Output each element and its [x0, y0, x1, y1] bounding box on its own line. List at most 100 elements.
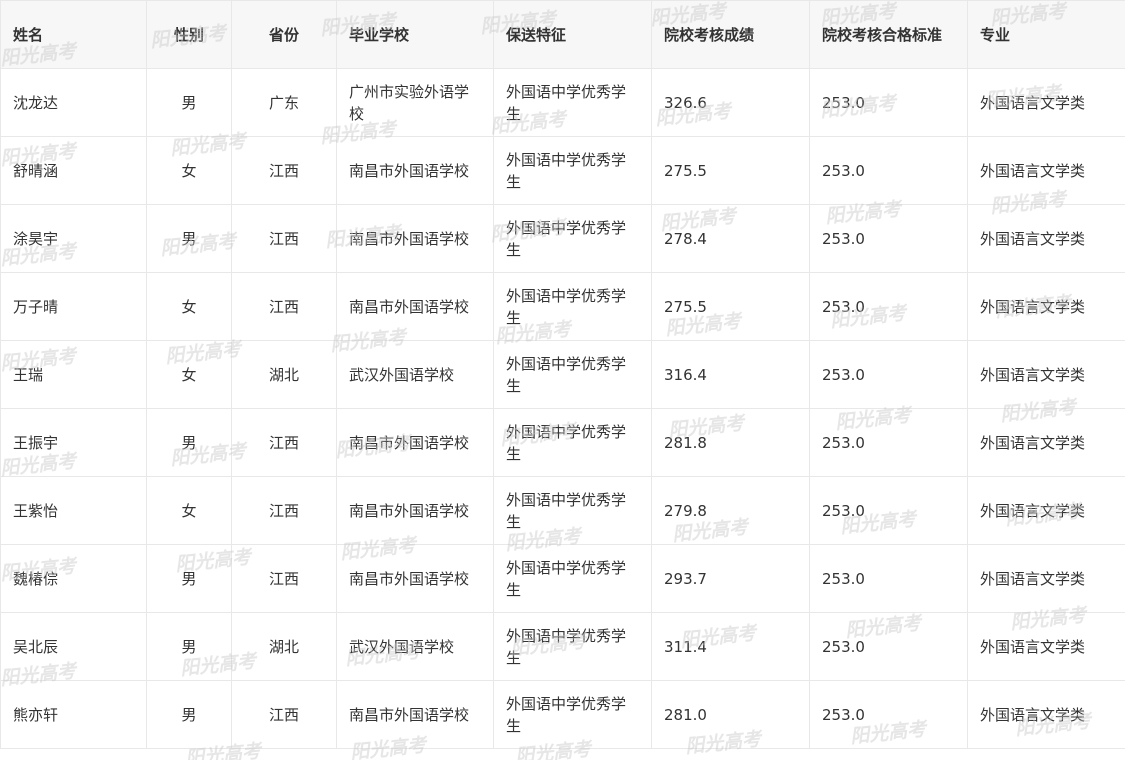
cell-feature: 外国语中学优秀学生	[493, 612, 652, 681]
cell-school: 南昌市外国语学校	[336, 544, 494, 613]
cell-province: 江西	[231, 272, 337, 341]
cell-province: 江西	[231, 136, 337, 205]
cell-standard: 253.0	[809, 340, 968, 409]
cell-standard: 253.0	[809, 136, 968, 205]
cell-school: 南昌市外国语学校	[336, 680, 494, 749]
cell-major: 外国语言文学类	[967, 544, 1125, 613]
cell-school: 南昌市外国语学校	[336, 272, 494, 341]
cell-feature: 外国语中学优秀学生	[493, 136, 652, 205]
cell-score: 275.5	[651, 136, 810, 205]
table-row: 涂昊宇男江西 南昌市外国语学校 外国语中学优秀学生 278.4 253.0 外国语言文学类	[0, 204, 1125, 273]
cell-gender: 女	[146, 272, 232, 341]
cell-province: 江西	[231, 680, 337, 749]
cell-name: 王振宇	[0, 408, 147, 477]
header-feature: 保送特征	[493, 0, 652, 69]
cell-school: 武汉外国语学校	[336, 612, 494, 681]
cell-province: 江西	[231, 544, 337, 613]
header-gender: 性别	[146, 0, 232, 69]
header-standard: 院校考核合格标准	[809, 0, 968, 69]
cell-name: 沈龙达	[0, 68, 147, 137]
cell-score: 275.5	[651, 272, 810, 341]
table-row: 万子晴女江西 南昌市外国语学校 外国语中学优秀学生 275.5 253.0 外国语言文学类	[0, 272, 1125, 341]
cell-standard: 253.0	[809, 612, 968, 681]
cell-score: 281.8	[651, 408, 810, 477]
cell-province: 湖北	[231, 340, 337, 409]
cell-province: 江西	[231, 204, 337, 273]
cell-gender: 男	[146, 408, 232, 477]
cell-standard: 253.0	[809, 476, 968, 545]
cell-score: 293.7	[651, 544, 810, 613]
cell-feature: 外国语中学优秀学生	[493, 476, 652, 545]
cell-name: 王瑞	[0, 340, 147, 409]
cell-gender: 男	[146, 204, 232, 273]
cell-feature: 外国语中学优秀学生	[493, 680, 652, 749]
cell-major: 外国语言文学类	[967, 136, 1125, 205]
cell-province: 广东	[231, 68, 337, 137]
cell-standard: 253.0	[809, 680, 968, 749]
cell-major: 外国语言文学类	[967, 204, 1125, 273]
header-province: 省份	[231, 0, 337, 69]
cell-name: 熊亦轩	[0, 680, 147, 749]
cell-gender: 女	[146, 340, 232, 409]
cell-name: 王紫怡	[0, 476, 147, 545]
cell-feature: 外国语中学优秀学生	[493, 544, 652, 613]
cell-major: 外国语言文学类	[967, 272, 1125, 341]
table-row: 沈龙达男广东 广州市实验外语学校 外国语中学优秀学生 326.6 253.0 外国语言文学…	[0, 68, 1125, 137]
cell-feature: 外国语中学优秀学生	[493, 408, 652, 477]
admission-table: 姓名 性别 省份 毕业学校 保送特征 院校考核成绩 院校考核合格标准 专业 沈龙…	[0, 0, 1125, 749]
cell-standard: 253.0	[809, 408, 968, 477]
table-row: 王紫怡女江西 南昌市外国语学校 外国语中学优秀学生 279.8 253.0 外国语言文学类	[0, 476, 1125, 545]
header-name: 姓名	[0, 0, 147, 69]
cell-gender: 男	[146, 680, 232, 749]
cell-gender: 男	[146, 544, 232, 613]
cell-score: 281.0	[651, 680, 810, 749]
cell-major: 外国语言文学类	[967, 340, 1125, 409]
cell-standard: 253.0	[809, 272, 968, 341]
table-row: 舒晴涵女江西 南昌市外国语学校 外国语中学优秀学生 275.5 253.0 外国语言文学类	[0, 136, 1125, 205]
cell-school: 南昌市外国语学校	[336, 408, 494, 477]
cell-name: 魏椿倧	[0, 544, 147, 613]
cell-standard: 253.0	[809, 544, 968, 613]
header-major: 专业	[967, 0, 1125, 69]
cell-province: 江西	[231, 408, 337, 477]
table-header: 姓名 性别 省份 毕业学校 保送特征 院校考核成绩 院校考核合格标准 专业	[0, 0, 1125, 69]
cell-score: 279.8	[651, 476, 810, 545]
cell-score: 316.4	[651, 340, 810, 409]
cell-score: 311.4	[651, 612, 810, 681]
header-row: 姓名 性别 省份 毕业学校 保送特征 院校考核成绩 院校考核合格标准 专业	[0, 0, 1125, 69]
cell-feature: 外国语中学优秀学生	[493, 204, 652, 273]
cell-school: 广州市实验外语学校	[336, 68, 494, 137]
cell-score: 278.4	[651, 204, 810, 273]
header-school: 毕业学校	[336, 0, 494, 69]
cell-name: 涂昊宇	[0, 204, 147, 273]
cell-school: 南昌市外国语学校	[336, 204, 494, 273]
cell-name: 万子晴	[0, 272, 147, 341]
cell-major: 外国语言文学类	[967, 476, 1125, 545]
cell-score: 326.6	[651, 68, 810, 137]
cell-feature: 外国语中学优秀学生	[493, 68, 652, 137]
table-body: 沈龙达男广东 广州市实验外语学校 外国语中学优秀学生 326.6 253.0 外国语言文学…	[0, 68, 1125, 749]
cell-province: 江西	[231, 476, 337, 545]
cell-major: 外国语言文学类	[967, 612, 1125, 681]
header-score: 院校考核成绩	[651, 0, 810, 69]
table-row: 吴北辰男湖北 武汉外国语学校 外国语中学优秀学生 311.4 253.0 外国语言文学类	[0, 612, 1125, 681]
table-row: 王振宇男江西 南昌市外国语学校 外国语中学优秀学生 281.8 253.0 外国语言文学类	[0, 408, 1125, 477]
cell-gender: 男	[146, 612, 232, 681]
cell-name: 吴北辰	[0, 612, 147, 681]
cell-school: 武汉外国语学校	[336, 340, 494, 409]
cell-gender: 女	[146, 136, 232, 205]
cell-school: 南昌市外国语学校	[336, 136, 494, 205]
table-row: 王瑞女湖北 武汉外国语学校 外国语中学优秀学生 316.4 253.0 外国语言文学类	[0, 340, 1125, 409]
cell-feature: 外国语中学优秀学生	[493, 340, 652, 409]
cell-gender: 女	[146, 476, 232, 545]
cell-standard: 253.0	[809, 204, 968, 273]
cell-major: 外国语言文学类	[967, 68, 1125, 137]
table-row: 熊亦轩男江西 南昌市外国语学校 外国语中学优秀学生 281.0 253.0 外国语言文学类	[0, 680, 1125, 749]
table-row: 魏椿倧男江西 南昌市外国语学校 外国语中学优秀学生 293.7 253.0 外国语言文学类	[0, 544, 1125, 613]
cell-gender: 男	[146, 68, 232, 137]
cell-major: 外国语言文学类	[967, 408, 1125, 477]
cell-feature: 外国语中学优秀学生	[493, 272, 652, 341]
cell-province: 湖北	[231, 612, 337, 681]
cell-name: 舒晴涵	[0, 136, 147, 205]
cell-major: 外国语言文学类	[967, 680, 1125, 749]
